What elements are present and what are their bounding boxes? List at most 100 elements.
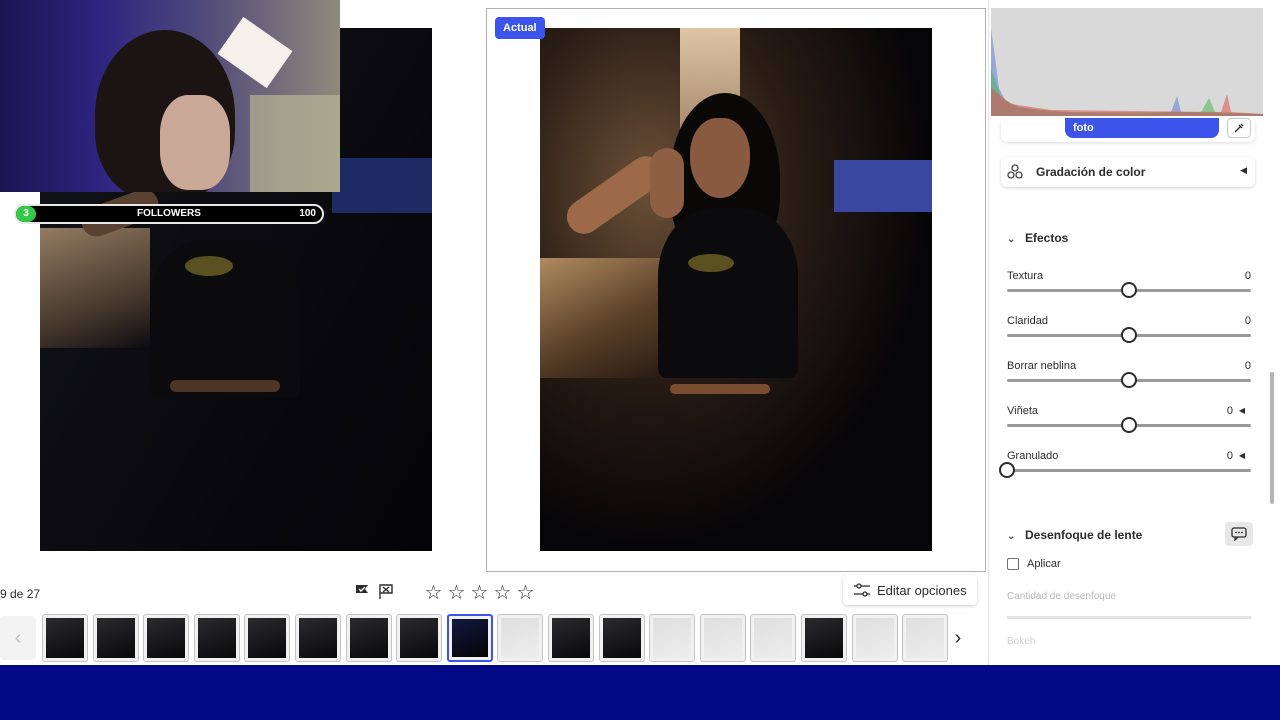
slider-label: Borrar neblina [1007,360,1077,372]
slider-track[interactable] [1007,469,1251,472]
thumbnail-image [855,618,894,658]
edit-options-button[interactable]: Editar opciones [843,575,977,605]
subject-waist [170,380,280,392]
thumbnail-image [653,618,692,658]
thumbnail-image [197,618,236,658]
apply-checkbox[interactable] [1007,558,1019,570]
thumbnail-image [501,618,540,658]
followers-goal-bar: 3 FOLLOWERS 100 [14,204,324,224]
webcam-lamp [217,16,293,89]
slider-row: Granulado 0 ◀ [999,450,1251,490]
chevron-left-icon: ‹ [14,627,22,649]
flag-reject-icon[interactable] [378,584,394,605]
filmstrip-thumbnail[interactable] [345,614,392,662]
thumbnail-image [299,618,337,658]
thumbnail-image [602,618,641,658]
star-icon[interactable]: ☆ [447,583,466,603]
filmstrip-thumbnail[interactable] [295,614,341,662]
thumbnail-image [451,619,488,657]
slider-label: Claridad [1007,315,1048,327]
filmstrip-thumbnail[interactable] [193,614,240,662]
filmstrip-thumbnail[interactable] [598,614,645,662]
lens-blur-header[interactable]: ⌄ Desenfoque de lente [1007,528,1142,542]
slider-thumb[interactable] [1121,417,1137,433]
subject-shirt-logo [688,254,734,272]
current-photo-subject [540,28,932,551]
filmstrip-thumbnail[interactable] [750,614,797,662]
blur-amount-slider [1007,616,1251,619]
color-grading-section[interactable]: Gradación de color ◀ [1001,157,1255,187]
histogram [991,8,1263,116]
histogram-red [991,88,1263,116]
slider-value[interactable]: 0 [1245,315,1251,327]
slider-label: Viñeta [1007,405,1038,417]
thumbnail-image [906,618,945,658]
compare-view: Actual 3 FOLLOWERS 100 [0,0,988,580]
star-icon[interactable]: ☆ [424,583,443,603]
webcam-shelf [250,95,340,192]
panel-scrollbar[interactable] [1270,372,1274,504]
lens-blur-title: Desenfoque de lente [1025,528,1143,542]
slider-thumb[interactable] [1121,327,1137,343]
slider-value[interactable]: 0 [1227,405,1233,417]
thumbnail-image [703,618,742,658]
flag-pick-icon[interactable] [354,584,370,605]
sliders-icon [854,583,870,597]
filmstrip-thumbnail[interactable] [446,614,493,662]
histogram-blue [991,28,1263,116]
slider-row: Textura 0 [1007,270,1251,310]
filmstrip-next-button[interactable]: › [940,616,976,660]
slider-value[interactable]: 0 [1245,360,1251,372]
thumbnail-image [805,618,843,658]
filmstrip-thumbnail[interactable] [649,614,696,662]
filmstrip-thumbnail[interactable] [244,614,291,662]
slider-value[interactable]: 0 [1227,450,1233,462]
star-icon[interactable]: ☆ [493,583,512,603]
color-grading-icon [1007,164,1023,185]
chevron-right-icon: › [954,627,962,649]
slider-thumb[interactable] [999,462,1015,478]
filmstrip-thumbnail[interactable] [801,614,847,662]
thumbnail-image [46,618,84,658]
bokeh-label: Bokeh [1007,636,1036,647]
effects-header[interactable]: ⌄ Efectos [1007,231,1068,245]
caret-left-icon[interactable]: ◀ [1239,406,1245,415]
slider-thumb[interactable] [1121,372,1137,388]
filmstrip-thumbnail[interactable] [851,614,898,662]
filmstrip-thumbnail[interactable] [42,614,88,662]
effects-title: Efectos [1025,231,1069,245]
filmstrip-thumbnail[interactable] [699,614,746,662]
slider-thumb[interactable] [1121,282,1137,298]
star-icon[interactable]: ☆ [470,583,489,603]
slider-label: Granulado [1007,450,1059,462]
thumbnail-image [552,618,590,658]
slider-row: Borrar neblina 0 [1007,360,1251,400]
filmstrip-thumbnail[interactable] [497,614,544,662]
flag-controls [354,584,394,605]
thumbnail-image [147,618,186,658]
filmstrip-thumbnail[interactable] [548,614,594,662]
chevron-down-icon: ⌄ [1007,234,1016,245]
webcam-overlay [0,0,340,192]
eyedropper-icon [1234,123,1244,133]
webcam-streamer-face [160,95,230,190]
star-icon[interactable]: ☆ [516,583,535,603]
caret-left-icon[interactable]: ◀ [1239,451,1245,460]
thumbnail-image [248,618,287,658]
chat-icon [1231,527,1247,541]
slider-label: Textura [1007,270,1044,282]
slider-value[interactable]: 0 [1245,270,1251,282]
slider-row: Viñeta 0 ◀ [1007,405,1251,445]
color-grading-title: Gradación de color [1036,165,1146,179]
filmstrip-thumbnail[interactable] [143,614,190,662]
histogram-graph [991,28,1263,116]
current-photo [540,28,932,551]
feedback-button[interactable] [1225,522,1253,546]
profile-selector[interactable]: foto [1065,118,1219,138]
filmstrip-prev-button[interactable]: ‹ [0,616,36,660]
eyedropper-button[interactable] [1227,118,1251,138]
filmstrip-thumbnail[interactable] [396,614,443,662]
photo-counter: 9 de 27 [0,587,41,601]
apply-lens-blur[interactable]: Aplicar [1007,558,1061,570]
filmstrip-thumbnail[interactable] [92,614,139,662]
